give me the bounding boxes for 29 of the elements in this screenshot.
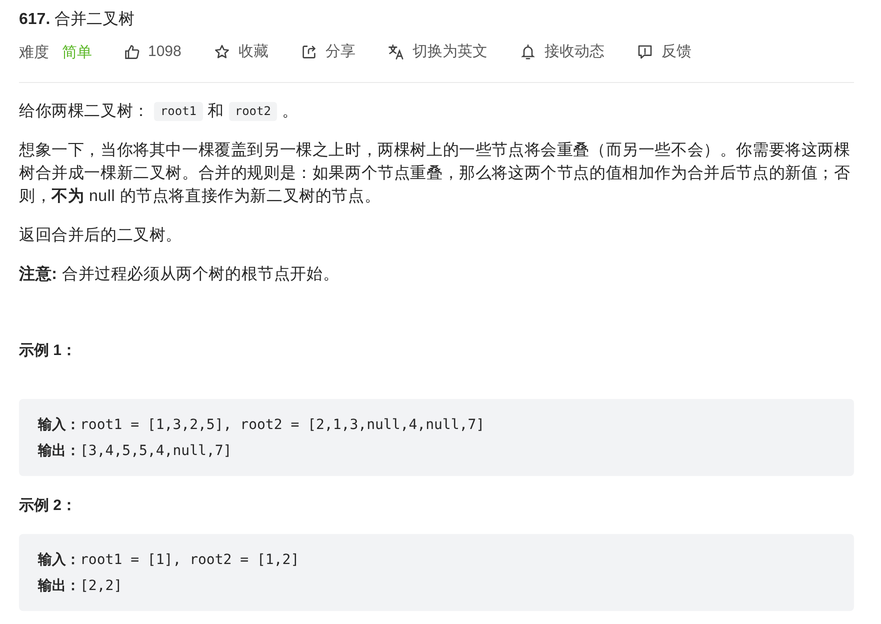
message-exclamation-icon <box>637 44 654 60</box>
paragraph-text: 。 <box>282 102 298 122</box>
example-line: 输入：root1 = [1], root2 = [1,2] <box>38 551 300 570</box>
inline-code: root2 <box>228 102 277 121</box>
bell-icon <box>520 44 536 60</box>
subscribe-button[interactable]: 接收动态 <box>520 40 604 64</box>
share-button[interactable]: 分享 <box>301 40 356 64</box>
example-line: 输出：[3,4,5,5,4,null,7] <box>38 442 233 461</box>
example-title: 示例 1： <box>19 341 78 361</box>
example-title: 示例 2： <box>19 496 78 516</box>
paragraph: 想象一下，当你将其中一棵覆盖到另一棵之上时，两棵树上的一些节点将会重叠（而另一些不会）。你需要将这两棵树合并成一棵新二叉树。合并的规则是：如果两个节点重叠，那么将这两个节点的值相加作为合并后节点的新值；否则，不为 null 的节点将直接作为新二叉树的节点。 <box>19 140 852 207</box>
difficulty-level-text: 简单 <box>62 42 92 62</box>
like-button[interactable]: 1098 <box>124 40 182 64</box>
translate-button[interactable]: 切换为英文 <box>388 40 488 64</box>
paragraph: 返回合并后的二叉树。 <box>19 226 183 246</box>
paragraph-text: 和 <box>208 102 224 122</box>
paragraph: 注意: 合并过程必须从两个树的根节点开始。 <box>19 264 340 285</box>
example-line: 输入：root1 = [1,3,2,5], root2 = [2,1,3,null,4,null,7] <box>38 416 486 435</box>
example-line: 输出：[2,2] <box>38 577 124 596</box>
feedback-button[interactable]: 反馈 <box>637 40 692 64</box>
paragraph-text: 给你两棵二叉树： <box>19 102 150 122</box>
difficulty-label: 难度 <box>19 42 49 62</box>
inline-code: root1 <box>154 102 203 121</box>
thumbs-up-icon <box>124 44 140 60</box>
translate-icon <box>388 44 404 60</box>
star-icon <box>214 44 230 60</box>
favorite-button[interactable]: 收藏 <box>214 40 268 64</box>
problem-title: 617. 合并二叉树 <box>19 10 136 30</box>
share-icon <box>301 44 318 60</box>
